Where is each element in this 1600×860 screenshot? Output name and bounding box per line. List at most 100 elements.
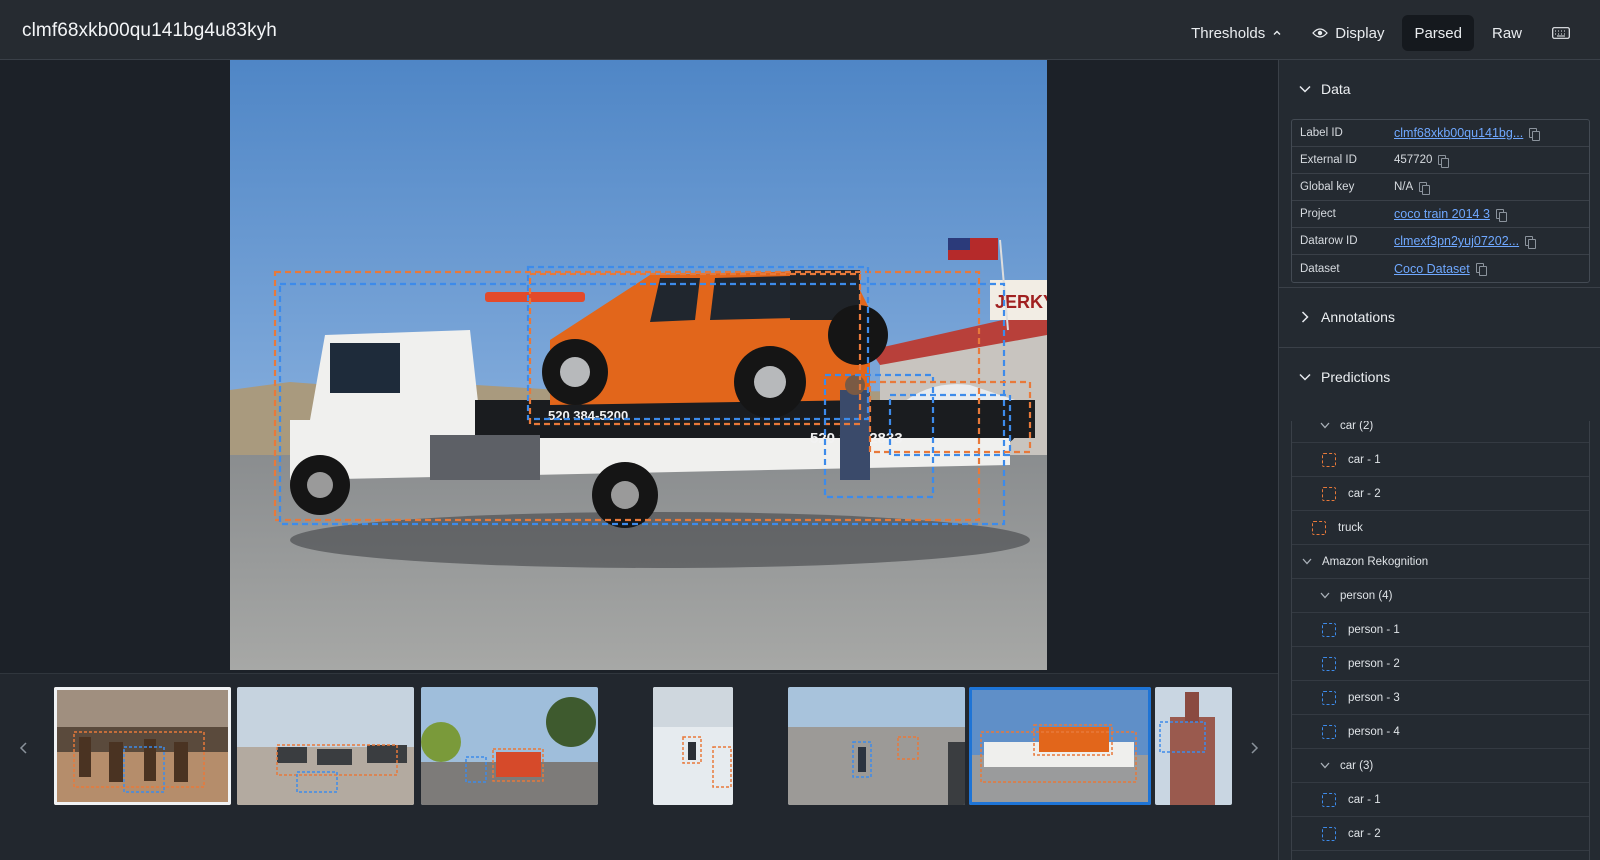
chevron-down-icon [1302, 558, 1312, 565]
church-image [1155, 687, 1232, 805]
thresholds-button[interactable]: Thresholds [1179, 15, 1294, 51]
prediction-label: truck [1338, 521, 1363, 534]
chevron-left-icon [19, 742, 27, 754]
project-link[interactable]: coco train 2014 3 [1394, 207, 1490, 221]
copy-icon[interactable] [1475, 263, 1487, 276]
datarow-id-link[interactable]: clmexf3pn2yuj07202... [1394, 234, 1519, 248]
raw-label: Raw [1491, 24, 1522, 42]
next-image-button[interactable] [1242, 736, 1266, 760]
label-id-link[interactable]: clmf68xkb00qu141bg... [1394, 126, 1523, 140]
prediction-label: person - 4 [1348, 725, 1400, 738]
prediction-label: car - 1 [1348, 453, 1381, 466]
data-key: Datarow ID [1300, 235, 1358, 247]
group-car[interactable]: car (2) [1292, 421, 1589, 443]
prediction-item[interactable]: car - 2 [1292, 477, 1589, 511]
predictions-section-header[interactable]: Predictions [1279, 348, 1600, 406]
data-key: Global key [1300, 181, 1355, 193]
thumbnail-strip [0, 673, 1278, 860]
label-title: clmf68xkb00qu141bg4u83kyh [22, 20, 277, 41]
prediction-item[interactable]: person - 3 [1292, 681, 1589, 715]
predictions-list: car (2) car - 1 car - 2 truck Amazon Rek… [1291, 421, 1590, 860]
prediction-item[interactable]: person - 1 [1292, 613, 1589, 647]
data-table: Label ID clmf68xkb00qu141bg... External … [1291, 119, 1590, 283]
copy-icon[interactable] [1525, 235, 1537, 249]
data-key: Label ID [1300, 127, 1343, 139]
prediction-item[interactable] [1292, 851, 1589, 860]
thumbnail-snow[interactable] [653, 687, 733, 805]
main-image[interactable]: JERKY 520 384-2833 [230, 60, 1047, 670]
thumbnail-rodeo[interactable] [54, 687, 231, 805]
prediction-label: person - 2 [1348, 657, 1400, 670]
raw-tab[interactable]: Raw [1480, 15, 1534, 51]
chevron-right-icon [1301, 311, 1309, 323]
data-section-header[interactable]: Data [1279, 60, 1600, 118]
thumbnail-tow-truck[interactable] [969, 687, 1151, 805]
bounding-box-icon [1322, 690, 1336, 705]
bounding-box-icon [1312, 520, 1326, 535]
thumbnail-street[interactable] [421, 687, 598, 805]
display-button[interactable]: Display [1300, 15, 1396, 51]
pier-image [788, 687, 965, 805]
tow-truck-thumb-image [969, 687, 1151, 805]
data-section-title: Data [1321, 81, 1351, 97]
predictions-section-title: Predictions [1321, 369, 1391, 385]
data-row-label-id: Label ID clmf68xkb00qu141bg... [1292, 120, 1589, 147]
top-bar: clmf68xkb00qu141bg4u83kyh Thresholds Dis… [0, 0, 1600, 60]
keyboard-icon [1552, 27, 1570, 39]
global-key-value: N/A [1394, 181, 1414, 193]
bounding-box-icon [1322, 622, 1336, 637]
data-row-dataset: Dataset Coco Dataset [1292, 255, 1589, 282]
bounding-box-icon [1322, 486, 1336, 501]
model-group-amazon-rekognition[interactable]: Amazon Rekognition [1292, 545, 1589, 579]
bounding-box-icon [1322, 656, 1336, 671]
prediction-item[interactable]: car - 2 [1292, 817, 1589, 851]
tow-truck-scene: JERKY 520 384-2833 [230, 60, 1047, 670]
prev-image-button[interactable] [12, 736, 36, 760]
thumbnail-beach-parking[interactable] [237, 687, 414, 805]
thumbnail-pier[interactable] [788, 687, 965, 805]
chevron-down-icon [1320, 422, 1330, 429]
external-id-value: 457720 [1394, 154, 1433, 166]
prediction-label: person - 3 [1348, 691, 1400, 704]
bounding-box-icon [1322, 724, 1336, 739]
bounding-box-icon [1322, 826, 1336, 841]
parsed-tab[interactable]: Parsed [1402, 15, 1474, 51]
group-person[interactable]: person (4) [1292, 579, 1589, 613]
copy-icon[interactable] [1495, 208, 1507, 222]
copy-icon[interactable] [1529, 127, 1541, 141]
parsed-label: Parsed [1414, 24, 1462, 42]
data-row-datarow-id: Datarow ID clmexf3pn2yuj07202... [1292, 228, 1589, 255]
rodeo-image [54, 687, 231, 805]
keyboard-shortcuts-button[interactable] [1540, 15, 1582, 51]
prediction-item[interactable]: person - 2 [1292, 647, 1589, 681]
model-label: Amazon Rekognition [1322, 555, 1429, 568]
snow-image [653, 687, 733, 805]
data-row-external-id: External ID 457720 [1292, 147, 1589, 174]
prediction-item[interactable]: car - 1 [1292, 783, 1589, 817]
annotations-section-header[interactable]: Annotations [1279, 288, 1600, 346]
prediction-label: car - 2 [1348, 827, 1381, 840]
prediction-item[interactable]: car - 1 [1292, 443, 1589, 477]
copy-icon[interactable] [1438, 154, 1450, 168]
group-label: car (2) [1340, 421, 1374, 432]
group-car[interactable]: car (3) [1292, 749, 1589, 783]
data-key: External ID [1300, 154, 1357, 166]
prediction-item[interactable]: person - 4 [1292, 715, 1589, 749]
prediction-item[interactable]: truck [1292, 511, 1589, 545]
chevron-down-icon [1320, 592, 1330, 599]
data-row-global-key: Global key N/A [1292, 174, 1589, 201]
data-key: Project [1300, 208, 1336, 220]
group-label: car (3) [1340, 759, 1374, 772]
prediction-label: car - 2 [1348, 487, 1381, 500]
copy-icon[interactable] [1419, 181, 1431, 195]
beach-parking-image [237, 687, 414, 805]
dataset-link[interactable]: Coco Dataset [1394, 262, 1470, 276]
group-label: person (4) [1340, 589, 1393, 602]
eye-icon [1312, 28, 1329, 38]
details-panel: Data Label ID clmf68xkb00qu141bg... Exte… [1278, 60, 1600, 860]
thumbnail-church[interactable] [1155, 687, 1232, 805]
annotations-section-title: Annotations [1321, 309, 1395, 325]
image-viewer: JERKY 520 384-2833 [0, 60, 1278, 673]
data-key: Dataset [1300, 262, 1340, 275]
thresholds-label: Thresholds [1191, 24, 1266, 42]
